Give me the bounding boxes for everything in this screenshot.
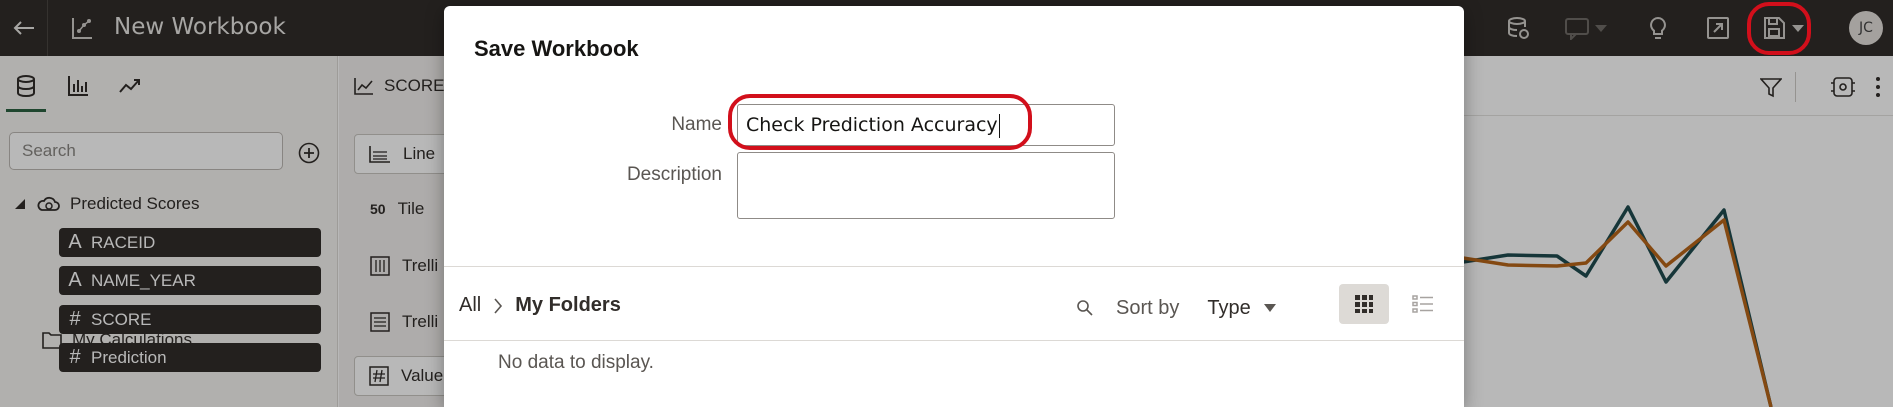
description-textarea[interactable] <box>737 152 1115 219</box>
search-icon[interactable] <box>1076 299 1094 317</box>
name-input-value: Check Prediction Accuracy <box>746 114 998 136</box>
name-input[interactable]: Check Prediction Accuracy <box>737 104 1115 146</box>
list-view-button[interactable] <box>1398 284 1448 324</box>
section-divider <box>444 266 1464 267</box>
grid-view-button[interactable] <box>1339 284 1389 324</box>
name-label: Name <box>671 114 722 135</box>
breadcrumb-current: My Folders <box>515 294 621 316</box>
chevron-right-icon <box>494 297 503 314</box>
sort-by-label: Sort by <box>1116 296 1180 319</box>
sort-select[interactable]: Type <box>1207 297 1276 320</box>
folder-breadcrumb: All My Folders <box>459 294 621 317</box>
breadcrumb-all[interactable]: All <box>459 294 481 317</box>
sort-controls: Sort by Type <box>1076 290 1277 326</box>
dialog-title: Save Workbook <box>474 36 639 61</box>
caret-down-icon <box>1263 304 1276 312</box>
grid-icon <box>1355 295 1373 313</box>
text-caret <box>998 113 1000 138</box>
sort-select-value: Type <box>1207 296 1251 319</box>
empty-state-message: No data to display. <box>498 352 654 373</box>
description-label: Description <box>626 164 722 185</box>
save-workbook-dialog: Save Workbook Name Check Prediction Accu… <box>444 6 1464 407</box>
list-header-divider <box>444 340 1464 341</box>
list-icon <box>1412 295 1433 313</box>
